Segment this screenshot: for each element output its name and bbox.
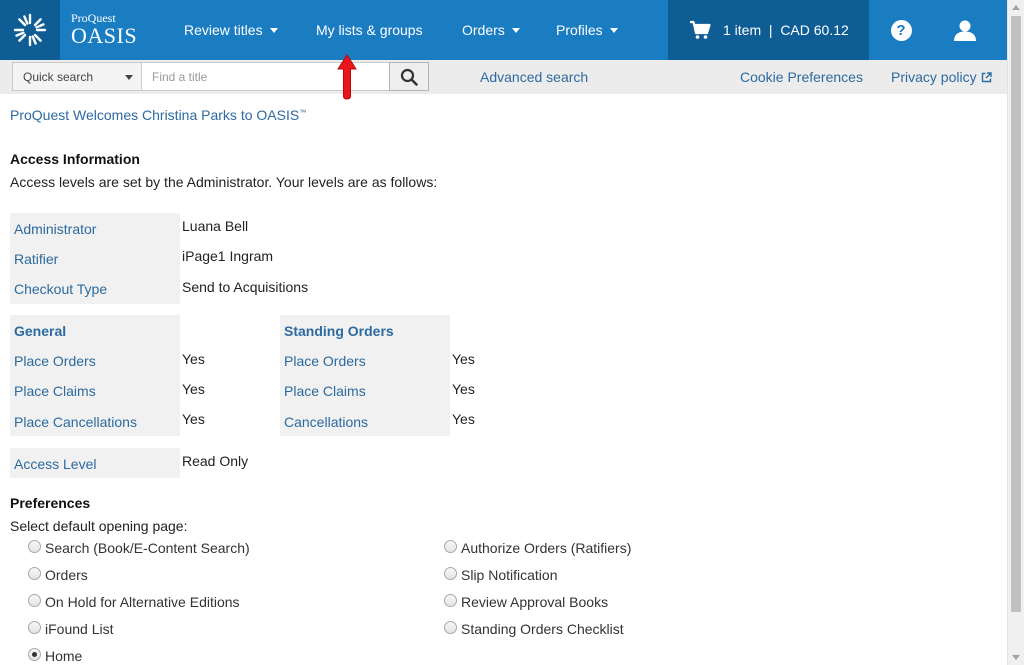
scroll-down-arrow-icon[interactable]	[1012, 655, 1020, 660]
nav-my-lists-groups[interactable]: My lists & groups	[316, 0, 423, 60]
user-icon	[954, 20, 976, 41]
radio-home-label[interactable]: Home	[45, 648, 82, 664]
standing-cancellations-value: Yes	[452, 411, 475, 427]
product-name: OASIS	[71, 23, 138, 48]
general-place-claims-label: Place Claims	[14, 383, 96, 399]
trademark-mark: ™	[299, 109, 307, 117]
checkout-type-value: Send to Acquisitions	[182, 279, 309, 295]
radio-standing-orders-checklist[interactable]	[444, 621, 457, 634]
radio-search[interactable]	[28, 540, 41, 553]
cart-summary[interactable]: 1 item | CAD 60.12	[668, 0, 869, 60]
radio-on-hold[interactable]	[28, 594, 41, 607]
radio-authorize-orders[interactable]	[444, 540, 457, 553]
general-place-cancellations-value: Yes	[182, 411, 205, 427]
top-navigation-bar: ProQuest OASIS Review titles My lists & …	[0, 0, 1007, 60]
oasis-wordmark[interactable]: ProQuest OASIS	[71, 12, 137, 47]
magnifier-search-icon	[400, 68, 418, 86]
general-place-orders-label: Place Orders	[14, 353, 96, 369]
nav-review-titles-label: Review titles	[184, 22, 263, 38]
general-heading: General	[14, 323, 67, 339]
privacy-policy-link[interactable]: Privacy policy	[891, 60, 992, 94]
radio-slip-notification-label[interactable]: Slip Notification	[461, 567, 558, 583]
radio-orders-label[interactable]: Orders	[45, 567, 88, 583]
standing-orders-heading: Standing Orders	[284, 323, 394, 339]
red-up-arrow-annotation	[337, 54, 357, 100]
radio-search-label[interactable]: Search (Book/E-Content Search)	[45, 540, 250, 556]
ratifier-label: Ratifier	[14, 251, 59, 267]
radio-ifound-list[interactable]	[28, 621, 41, 634]
nav-my-lists-groups-label: My lists & groups	[316, 22, 423, 38]
radio-home[interactable]	[28, 648, 41, 661]
standing-place-claims-label: Place Claims	[284, 383, 366, 399]
general-place-claims-value: Yes	[182, 381, 205, 397]
welcome-message: ProQuest Welcomes Christina Parks to OAS…	[10, 107, 306, 123]
vertical-scrollbar[interactable]	[1007, 0, 1024, 665]
caret-down-icon	[609, 27, 618, 33]
radio-orders[interactable]	[28, 567, 41, 580]
welcome-text: ProQuest Welcomes Christina Parks to OAS…	[10, 107, 300, 123]
standing-place-orders-label: Place Orders	[284, 353, 366, 369]
administrator-label: Administrator	[14, 221, 97, 237]
caret-down-icon	[125, 75, 133, 80]
cart-text: 1 item | CAD 60.12	[723, 22, 849, 38]
standing-cancellations-label: Cancellations	[284, 414, 369, 430]
scrollbar-thumb[interactable]	[1011, 16, 1021, 612]
radio-ifound-list-label[interactable]: iFound List	[45, 621, 113, 637]
nav-orders-label: Orders	[462, 22, 505, 38]
checkout-type-label: Checkout Type	[14, 281, 108, 297]
external-link-icon	[981, 71, 992, 82]
help-button[interactable]: ?	[880, 0, 922, 60]
caret-down-icon	[269, 27, 278, 33]
ratifier-value: iPage1 Ingram	[182, 248, 274, 264]
proquest-logo[interactable]	[0, 0, 60, 60]
standing-place-orders-value: Yes	[452, 351, 475, 367]
privacy-policy-label: Privacy policy	[891, 69, 977, 85]
radio-review-approval-books-label[interactable]: Review Approval Books	[461, 594, 608, 610]
preferences-heading: Preferences	[10, 495, 91, 511]
preferences-description: Select default opening page:	[10, 518, 188, 534]
cookie-preferences-link[interactable]: Cookie Preferences	[740, 60, 863, 94]
access-information-heading: Access Information	[10, 151, 140, 167]
quick-search-select-value: Quick search	[23, 69, 94, 84]
advanced-search-link[interactable]: Advanced search	[480, 60, 588, 94]
access-level-value: Read Only	[182, 453, 249, 469]
radio-review-approval-books[interactable]	[444, 594, 457, 607]
radio-on-hold-label[interactable]: On Hold for Alternative Editions	[45, 594, 240, 610]
radio-authorize-orders-label[interactable]: Authorize Orders (Ratifiers)	[461, 540, 631, 556]
help-icon: ?	[890, 19, 912, 41]
caret-down-icon	[511, 27, 520, 33]
radio-standing-orders-checklist-label[interactable]: Standing Orders Checklist	[461, 621, 624, 637]
nav-orders[interactable]: Orders	[462, 0, 520, 60]
search-bar: Quick search Advanced search Cookie Pref…	[0, 60, 1007, 94]
general-place-orders-value: Yes	[182, 351, 205, 367]
administrator-value: Luana Bell	[182, 218, 249, 234]
scroll-up-arrow-icon[interactable]	[1012, 5, 1020, 10]
nav-review-titles[interactable]: Review titles	[184, 0, 278, 60]
access-description: Access levels are set by the Administrat…	[10, 174, 438, 190]
nav-profiles-label: Profiles	[556, 22, 603, 38]
radio-slip-notification[interactable]	[444, 567, 457, 580]
user-profile-button[interactable]	[945, 0, 985, 60]
search-button[interactable]	[389, 62, 429, 91]
access-level-label: Access Level	[14, 456, 97, 472]
general-place-cancellations-label: Place Cancellations	[14, 414, 137, 430]
quick-search-select[interactable]: Quick search	[12, 62, 142, 91]
standing-place-claims-value: Yes	[452, 381, 475, 397]
sunburst-logo-icon	[13, 13, 47, 47]
nav-profiles[interactable]: Profiles	[556, 0, 618, 60]
shopping-cart-icon	[690, 20, 711, 39]
